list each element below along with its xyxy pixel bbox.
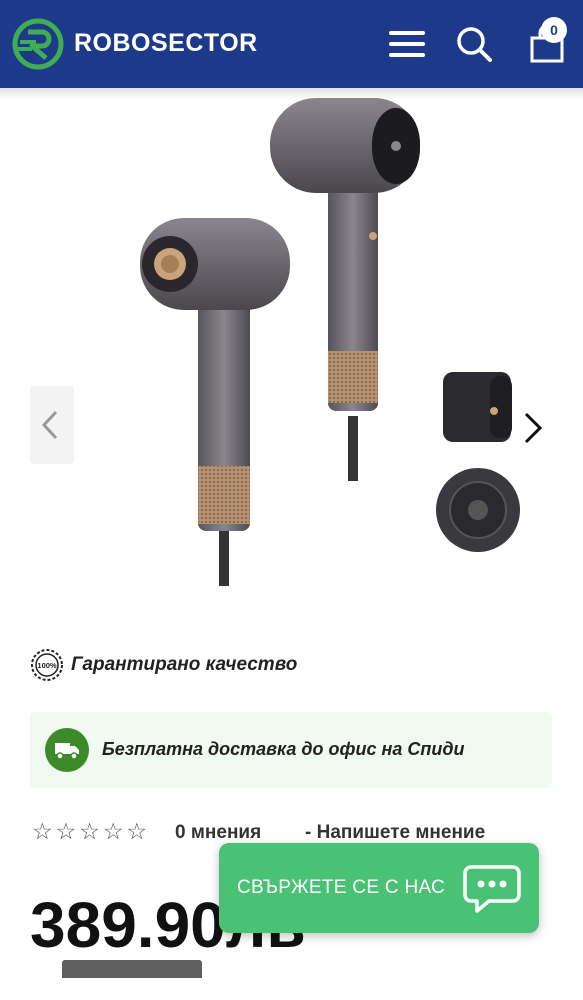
- rating-stars[interactable]: ☆☆☆☆☆: [32, 818, 150, 845]
- partial-button[interactable]: [62, 960, 202, 978]
- truck-icon: [45, 728, 89, 772]
- chevron-right-icon: [524, 412, 543, 444]
- reviews-count[interactable]: 0 мнения: [175, 822, 261, 844]
- gallery-next-button[interactable]: [512, 396, 556, 456]
- quality-badge-text: 100%: [37, 661, 57, 670]
- chevron-left-icon: [41, 410, 58, 440]
- gallery-prev-button[interactable]: [30, 386, 74, 464]
- contact-us-button[interactable]: СВЪРЖЕТЕ СЕ С НАС: [219, 843, 539, 933]
- free-delivery-box: Безплатна доставка до офис на Спиди: [30, 712, 552, 788]
- quality-text: Гарантирано качество: [71, 654, 298, 675]
- product-image: [140, 98, 520, 586]
- delivery-text: Безплатна доставка до офис на Спиди: [102, 739, 465, 759]
- site-header: ROBOSECTOR 0: [0, 0, 583, 88]
- contact-us-label: СВЪРЖЕТЕ СЕ С НАС: [237, 877, 446, 898]
- cart-count-badge: 0: [541, 17, 567, 43]
- quality-badge-icon: 100%: [31, 649, 63, 681]
- brand-name[interactable]: ROBOSECTOR: [74, 29, 258, 58]
- product-gallery[interactable]: [0, 96, 583, 606]
- write-review-link[interactable]: - Напишете мнение: [305, 822, 485, 844]
- search-icon[interactable]: [454, 24, 494, 64]
- logo-icon[interactable]: [12, 18, 64, 70]
- chat-bubble-icon: [463, 865, 521, 913]
- hamburger-menu-icon[interactable]: [386, 28, 428, 60]
